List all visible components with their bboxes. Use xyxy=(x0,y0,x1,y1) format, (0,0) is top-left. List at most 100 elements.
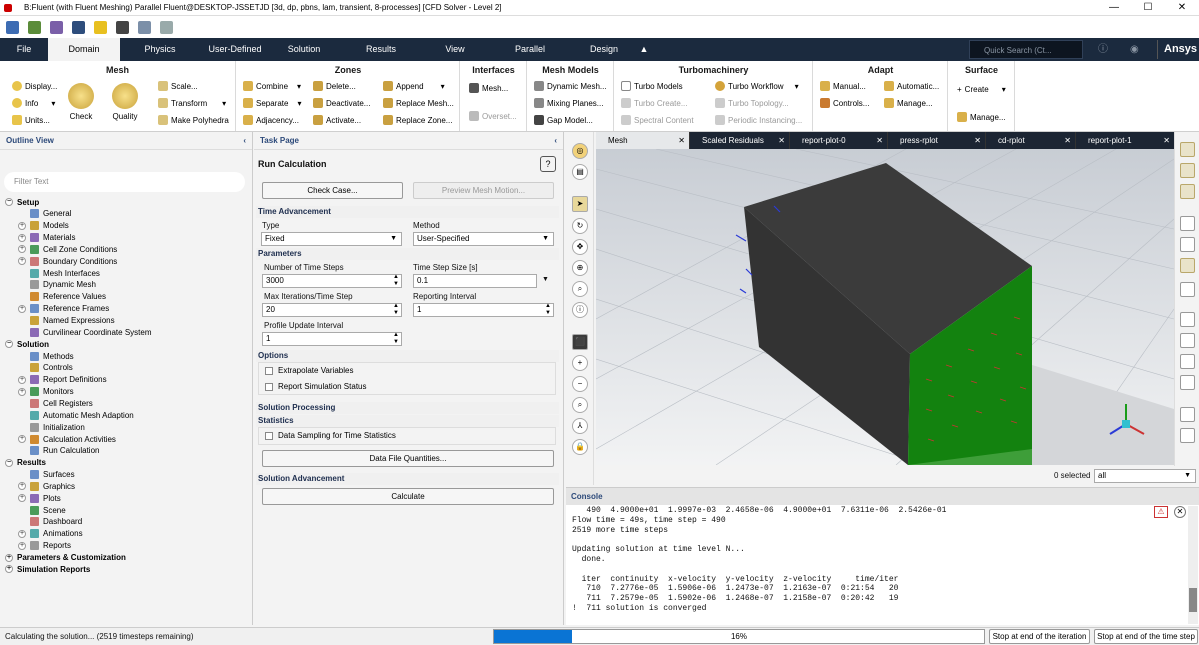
tree-item-materials[interactable]: + Materials xyxy=(18,232,75,244)
tree-item-run-calculation[interactable]: Run Calculation xyxy=(30,445,99,457)
tree-item-boundary-conditions[interactable]: + Boundary Conditions xyxy=(18,255,117,267)
delete-button[interactable]: Delete... xyxy=(313,81,356,91)
activate-button[interactable]: Activate... xyxy=(313,115,361,125)
list-icon[interactable] xyxy=(1180,354,1195,369)
layout-icon[interactable] xyxy=(138,20,151,34)
turbo-workflow-button[interactable]: Turbo Workflow ▾ xyxy=(715,81,799,91)
adjacency-button[interactable]: Adjacency... xyxy=(243,115,299,125)
type-select[interactable]: Fixed ▼ xyxy=(261,232,402,246)
spinner-icon[interactable]: ▲ ▼ xyxy=(393,274,399,288)
adapt-automatic-button[interactable]: Automatic... xyxy=(884,81,939,91)
clear-console-icon[interactable]: ✕ xyxy=(1174,506,1186,518)
tree-item-reference-frames[interactable]: + Reference Frames xyxy=(18,303,109,315)
interfaces-mesh-button[interactable]: Mesh... xyxy=(469,83,508,93)
profile-update-interval-input[interactable]: 1 ▲ ▼ xyxy=(262,332,402,346)
expand-toggle-icon[interactable]: + xyxy=(18,257,26,266)
adapt-manual-button[interactable]: Manual... xyxy=(820,81,866,91)
menu-domain[interactable]: Domain xyxy=(48,38,120,61)
append-button[interactable]: Append ▾ xyxy=(383,81,445,91)
expand-toggle-icon[interactable]: + xyxy=(18,482,26,491)
tree-results[interactable]: − Results xyxy=(5,457,46,469)
read-case-icon[interactable] xyxy=(28,20,41,34)
close-window-button[interactable]: ✕ xyxy=(1165,0,1199,16)
tree-item-reference-values[interactable]: Reference Values xyxy=(30,291,106,303)
close-tab-icon[interactable]: ✕ xyxy=(678,132,685,149)
table-icon[interactable] xyxy=(1180,375,1195,390)
stop-iteration-button[interactable]: Stop at end of the iteration xyxy=(989,629,1090,644)
expand-toggle-icon[interactable]: + xyxy=(18,435,26,443)
turbo-create-button[interactable]: Turbo Create... xyxy=(621,98,688,108)
tree-item-cell-registers[interactable]: Cell Registers xyxy=(30,397,93,409)
tree-item-cell-zone-conditions[interactable]: + Cell Zone Conditions xyxy=(18,243,117,255)
tree-item-reports[interactable]: + Reports xyxy=(18,540,71,552)
tree-item-curvilinear-coordinate-system[interactable]: Curvilinear Coordinate System xyxy=(30,326,152,338)
expand-toggle-icon[interactable]: + xyxy=(18,304,26,313)
collapse-panel-icon[interactable]: ‹ xyxy=(243,132,246,150)
expand-toggle-icon[interactable]: + xyxy=(18,494,26,503)
tab-mesh[interactable]: Mesh ✕ xyxy=(596,132,690,149)
tab-report-plot-1[interactable]: report-plot-1 ✕ xyxy=(1076,132,1174,149)
adapt-controls-button[interactable]: Controls... xyxy=(820,98,869,108)
workbench-icon[interactable] xyxy=(116,20,129,34)
menu-design[interactable]: Design xyxy=(574,38,634,61)
close-tab-icon[interactable]: ✕ xyxy=(974,132,981,149)
mixing-planes-button[interactable]: Mixing Planes... xyxy=(534,98,603,108)
check-button[interactable]: Check xyxy=(68,83,94,121)
tree-item-dynamic-mesh[interactable]: Dynamic Mesh xyxy=(30,279,96,291)
tab-report-plot-0[interactable]: report-plot-0 ✕ xyxy=(790,132,888,149)
expand-toggle-icon[interactable]: + xyxy=(18,387,26,396)
page-icon[interactable] xyxy=(1180,407,1195,422)
tree-item-monitors[interactable]: + Monitors xyxy=(18,386,74,398)
surface-create-button[interactable]: + Create ▾ xyxy=(957,85,1006,94)
surface-manage-button[interactable]: Manage... xyxy=(957,112,1006,122)
selection-filter-select[interactable]: all ▼ xyxy=(1094,469,1196,483)
gap-model-button[interactable]: Gap Model... xyxy=(534,115,593,125)
report-simulation-status-checkbox[interactable]: Report Simulation Status xyxy=(265,382,367,391)
zoom-box-icon[interactable]: ⌕ xyxy=(572,397,588,413)
close-tab-icon[interactable]: ✕ xyxy=(1163,132,1170,149)
info-button[interactable]: Info ▾ xyxy=(12,98,55,108)
maximize-button[interactable]: ☐ xyxy=(1131,0,1165,16)
close-tab-icon[interactable]: ✕ xyxy=(1064,132,1071,149)
tree-item-graphics[interactable]: + Graphics xyxy=(18,480,75,492)
replace-mesh-button[interactable]: Replace Mesh... xyxy=(383,98,454,108)
help-icon[interactable]: ⓘ xyxy=(1098,40,1108,59)
tree-item-methods[interactable]: Methods xyxy=(30,350,74,362)
data-sampling-checkbox[interactable]: Data Sampling for Time Statistics xyxy=(265,431,396,440)
tree-item-models[interactable]: + Models xyxy=(18,220,69,232)
menu-physics[interactable]: Physics xyxy=(120,38,200,61)
tree-item-calculation-activities[interactable]: + Calculation Activities xyxy=(18,433,116,445)
console-output[interactable]: 490 4.9000e+01 1.9997e-03 2.4658e-06 4.9… xyxy=(566,505,1199,614)
expand-toggle-icon[interactable]: − xyxy=(5,458,13,467)
preview-mesh-motion-button[interactable]: Preview Mesh Motion... xyxy=(413,182,554,199)
filter-text-input[interactable]: Filter Text xyxy=(4,172,245,192)
tab-scaled-residuals[interactable]: Scaled Residuals ✕ xyxy=(690,132,790,149)
tree-item-automatic-mesh-adaption[interactable]: Automatic Mesh Adaption xyxy=(30,409,134,421)
graphics-viewport[interactable] xyxy=(596,149,1174,465)
expand-toggle-icon[interactable]: − xyxy=(5,340,13,349)
scale-button[interactable]: Scale... xyxy=(158,81,198,91)
tree-item-surfaces[interactable]: Surfaces xyxy=(30,469,75,481)
help-button[interactable]: ? xyxy=(540,156,556,172)
console-scrollbar[interactable] xyxy=(1188,506,1198,624)
fit-to-window-icon[interactable]: ⬛ xyxy=(572,334,588,350)
minimize-button[interactable]: — xyxy=(1097,0,1131,16)
tree-item-general[interactable]: General xyxy=(30,208,71,220)
tab-press-rplot[interactable]: press-rplot ✕ xyxy=(888,132,986,149)
stop-time-step-button[interactable]: Stop at end of the time step xyxy=(1094,629,1198,644)
palette-icon[interactable] xyxy=(1180,163,1195,178)
time-step-dropdown-icon[interactable]: ▼ xyxy=(542,276,549,283)
pan-icon[interactable]: ✥ xyxy=(572,239,588,255)
number-of-time-steps-input[interactable]: 3000 ▲ ▼ xyxy=(262,274,402,288)
tree-item-scene[interactable]: Scene xyxy=(30,504,66,516)
transform-button[interactable]: Transform ▾ xyxy=(158,98,226,108)
expand-toggle-icon[interactable]: + xyxy=(18,245,26,254)
spectral-content-button[interactable]: Spectral Content xyxy=(621,115,694,125)
expand-toggle-icon[interactable]: + xyxy=(18,529,26,538)
zoom-in-icon[interactable]: + xyxy=(572,355,588,371)
turbo-topology-button[interactable]: Turbo Topology... xyxy=(715,98,789,108)
tab-cd-rplot[interactable]: cd-rplot ✕ xyxy=(986,132,1076,149)
collapse-task-icon[interactable]: ‹ xyxy=(554,132,557,150)
lightning-icon[interactable] xyxy=(94,20,107,34)
separate-button[interactable]: Separate ▾ xyxy=(243,98,301,108)
